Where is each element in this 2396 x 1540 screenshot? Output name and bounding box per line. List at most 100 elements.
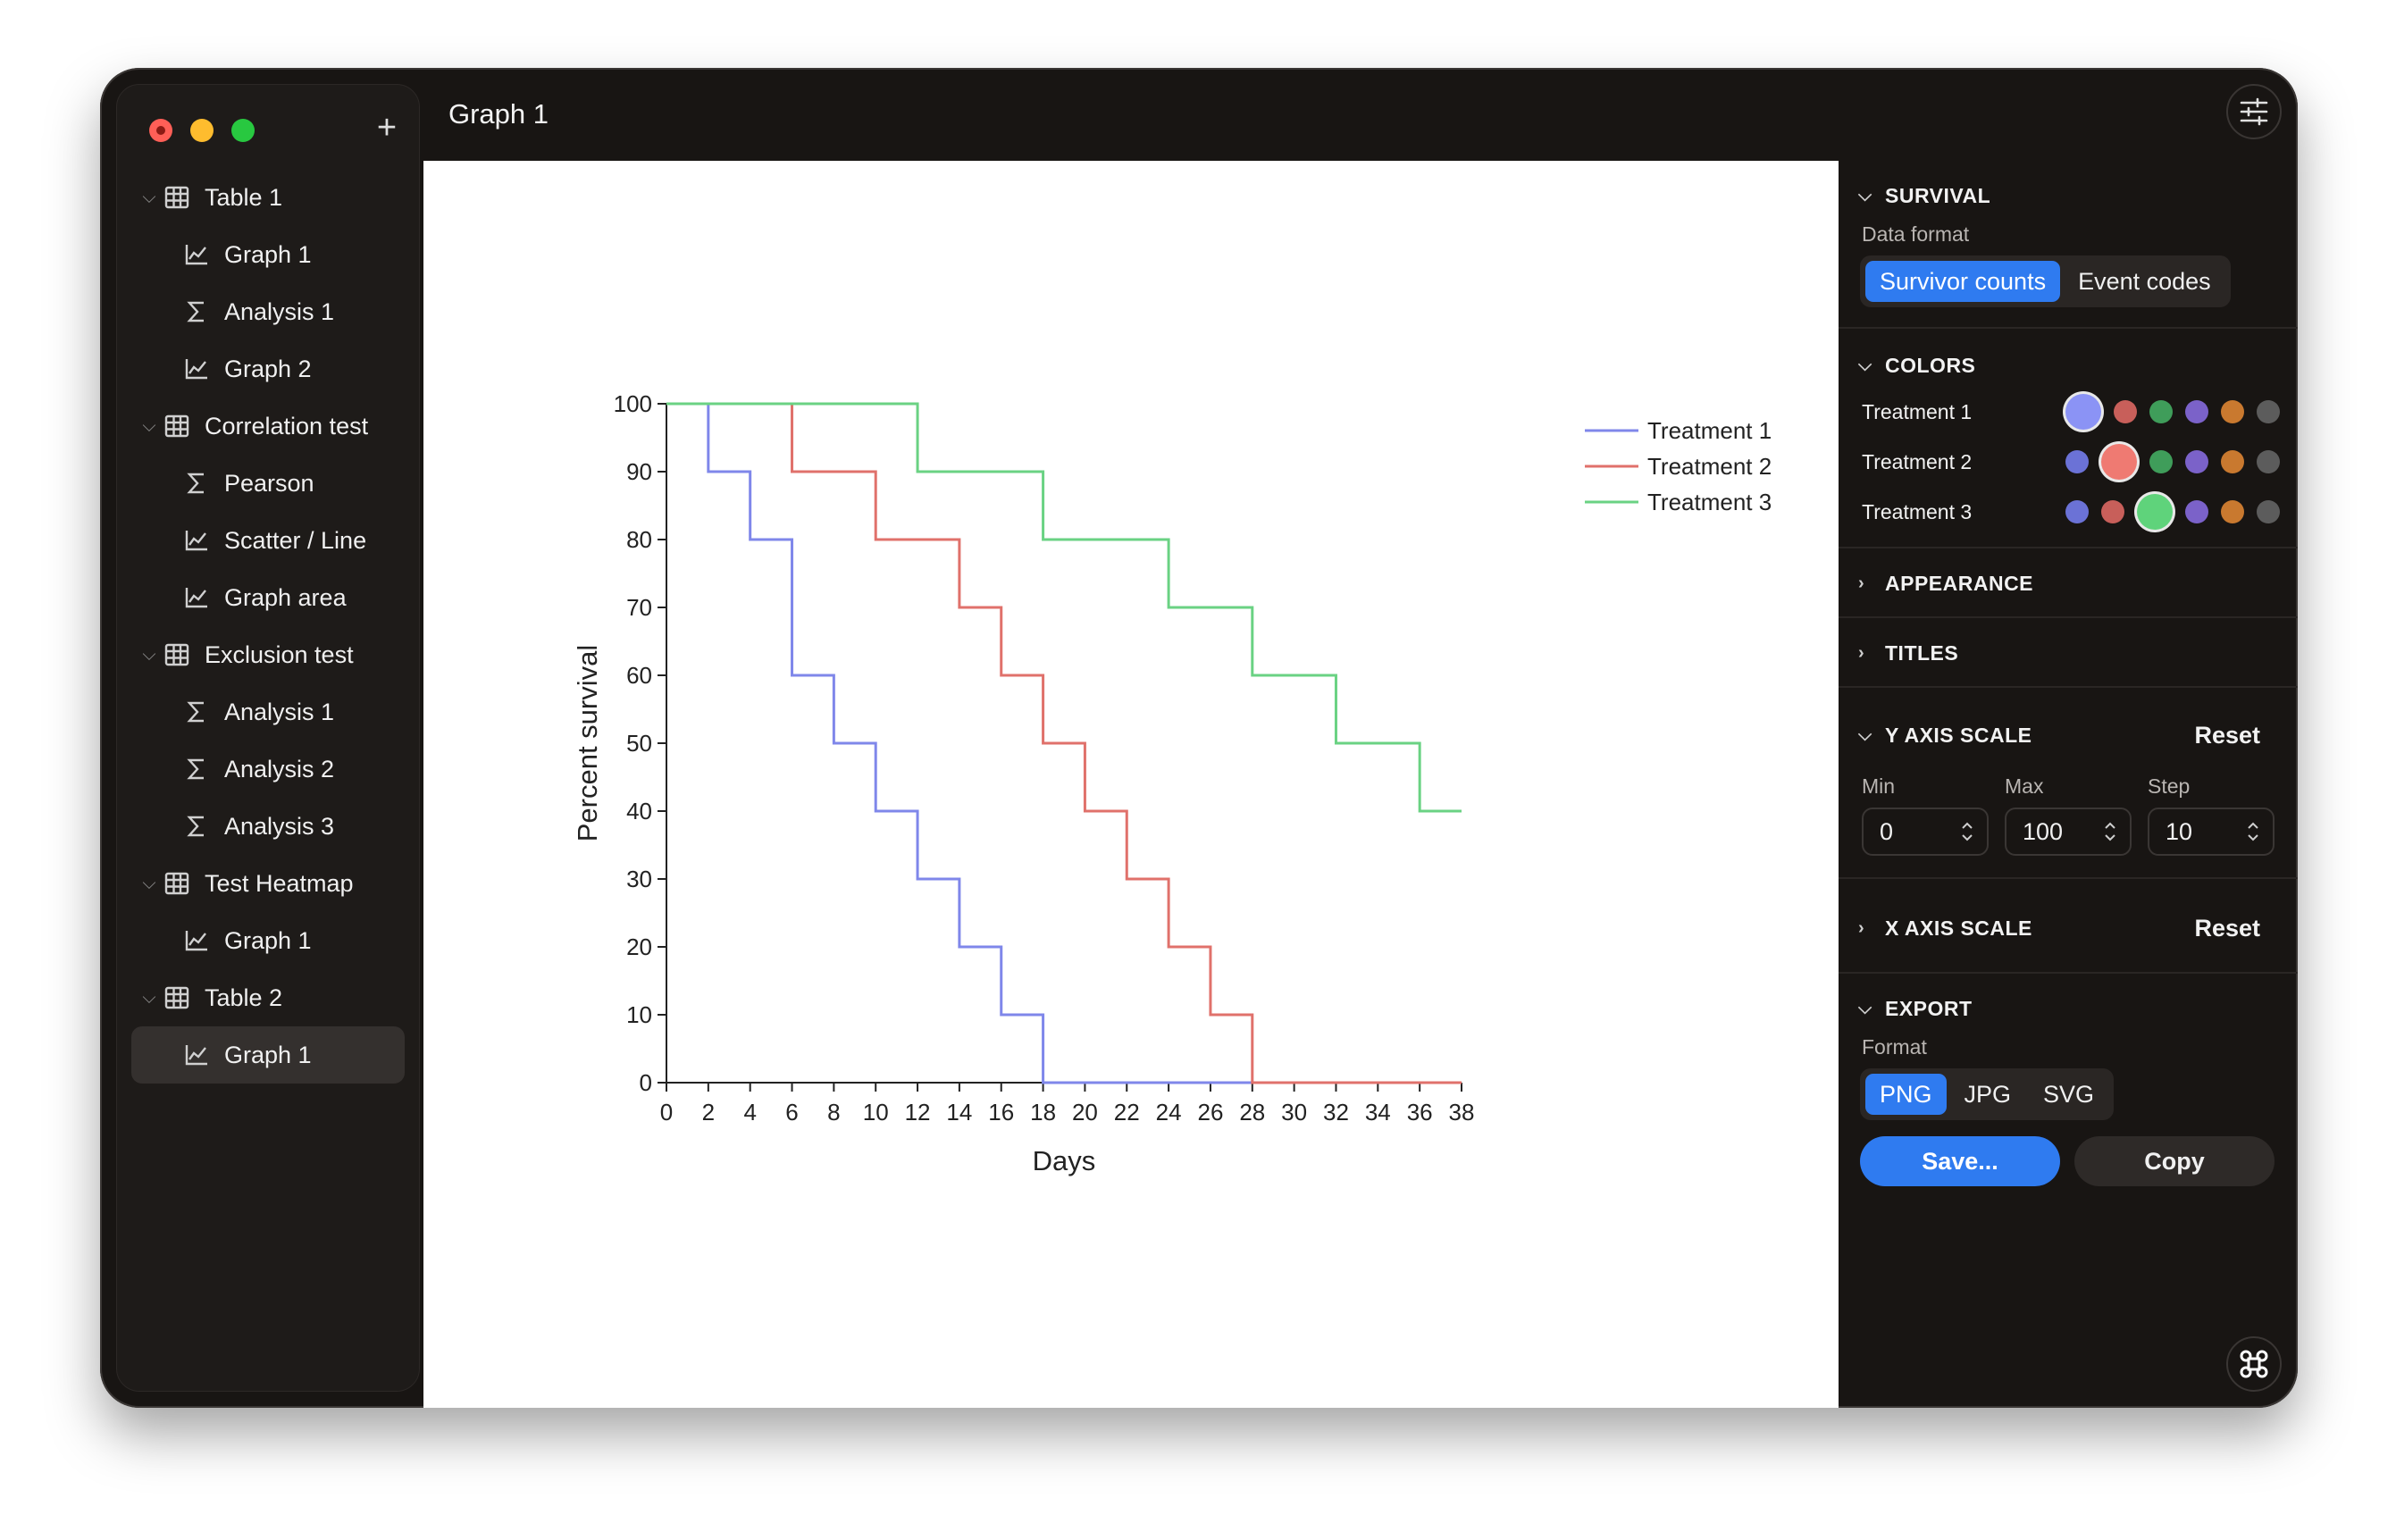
y-min-value: 0 [1880, 817, 1894, 845]
legend-label-1: Treatment 1 [1647, 417, 1772, 444]
sidebar-item-label: Analysis 3 [224, 812, 335, 840]
stepper-icon[interactable] [2246, 820, 2260, 843]
colors-header[interactable]: ⌵ COLORS [1839, 329, 2298, 378]
sidebar-item-correlation-test[interactable]: ⌵ Correlation test [117, 398, 419, 455]
stepper-icon[interactable] [2103, 820, 2117, 843]
x-tick-label: 24 [1156, 1099, 1182, 1126]
sidebar-item-graph-1[interactable]: Graph 1 [131, 1026, 405, 1084]
color-swatch[interactable] [2149, 450, 2173, 473]
chevron-down-icon[interactable]: ⌵ [137, 645, 162, 665]
command-button[interactable] [2226, 1336, 2282, 1392]
y-max-value: 100 [2023, 817, 2064, 845]
sidebar-item-pearson[interactable]: Pearson [117, 455, 419, 512]
x-tick-label: 28 [1239, 1099, 1265, 1126]
sidebar-item-graph-2[interactable]: Graph 2 [117, 340, 419, 398]
close-window-button[interactable] [149, 119, 172, 142]
y-axis-fields: Min 0 Max 100 Step 10 [1839, 774, 2298, 856]
colors-heading: COLORS [1885, 354, 1976, 377]
titles-heading: TITLES [1885, 641, 1959, 665]
jpg-option[interactable]: JPG [1950, 1074, 2026, 1115]
sidebar-item-graph-1[interactable]: Graph 1 [117, 912, 419, 969]
color-swatch[interactable] [2257, 500, 2280, 523]
save-button[interactable]: Save... [1860, 1136, 2060, 1186]
table-icon [162, 413, 192, 439]
color-swatch[interactable] [2257, 400, 2280, 423]
x-axis-scale-header[interactable]: › X AXIS SCALE Reset [1839, 879, 2298, 942]
y-axis-reset-button[interactable]: Reset [2194, 722, 2260, 749]
chevron-down-icon[interactable]: ⌵ [137, 416, 162, 437]
color-swatch-selected[interactable] [2065, 394, 2101, 430]
color-swatch-selected[interactable] [2137, 494, 2173, 530]
sidebar-item-analysis-1[interactable]: Analysis 1 [117, 283, 419, 340]
sidebar-item-label: Graph 1 [224, 240, 312, 268]
export-format-toggle: PNG JPG SVG [1860, 1068, 2115, 1120]
chevron-down-icon: ⌵ [1858, 999, 1872, 1018]
table-icon [162, 870, 192, 897]
add-item-button[interactable]: + [369, 110, 405, 146]
chevron-down-icon[interactable]: ⌵ [137, 188, 162, 208]
sidebar-item-analysis-1[interactable]: Analysis 1 [117, 683, 419, 741]
png-option[interactable]: PNG [1865, 1074, 1947, 1115]
sidebar-item-exclusion-test[interactable]: ⌵ Exclusion test [117, 626, 419, 683]
color-swatch[interactable] [2114, 400, 2137, 423]
titles-section: › TITLES [1839, 618, 2298, 688]
color-swatch[interactable] [2221, 450, 2244, 473]
event-codes-option[interactable]: Event codes [2064, 261, 2225, 302]
copy-button[interactable]: Copy [2074, 1136, 2275, 1186]
sidebar-item-table-1[interactable]: ⌵ Table 1 [117, 169, 419, 226]
x-tick-label: 14 [946, 1099, 972, 1126]
export-header[interactable]: ⌵ EXPORT [1839, 974, 2298, 1021]
y-max-input[interactable]: 100 [2005, 808, 2132, 856]
command-icon [2240, 1350, 2268, 1378]
x-tick-label: 6 [785, 1099, 798, 1126]
color-swatch-selected[interactable] [2101, 444, 2137, 480]
svg-option[interactable]: SVG [2029, 1074, 2108, 1115]
survivor-counts-option[interactable]: Survivor counts [1865, 261, 2061, 302]
sidebar-item-analysis-3[interactable]: Analysis 3 [117, 798, 419, 855]
zoom-window-button[interactable] [231, 119, 255, 142]
y-min-input[interactable]: 0 [1862, 808, 1989, 856]
survival-heading: SURVIVAL [1885, 184, 1991, 207]
sidebar-item-test-heatmap[interactable]: ⌵ Test Heatmap [117, 855, 419, 912]
x-tick-label: 8 [827, 1099, 840, 1126]
sidebar-item-label: Analysis 1 [224, 698, 335, 725]
color-swatch[interactable] [2257, 450, 2280, 473]
color-swatch[interactable] [2065, 500, 2089, 523]
appearance-section: › APPEARANCE [1839, 548, 2298, 618]
sidebar-item-graph-1[interactable]: Graph 1 [117, 226, 419, 283]
inspector-toggle-button[interactable] [2226, 84, 2282, 139]
survival-header[interactable]: ⌵ SURVIVAL [1839, 161, 2298, 208]
y-tick-label: 40 [626, 798, 652, 824]
x-tick-label: 30 [1281, 1099, 1307, 1126]
appearance-header[interactable]: › APPEARANCE [1839, 548, 2298, 596]
data-format-toggle: Survivor counts Event codes [1860, 255, 2231, 307]
y-axis-scale-header[interactable]: ⌵ Y AXIS SCALE Reset [1839, 688, 2298, 749]
y-axis-title: Percent survival [572, 645, 603, 842]
minimize-window-button[interactable] [190, 119, 214, 142]
x-tick-label: 18 [1030, 1099, 1056, 1126]
y-tick-label: 90 [626, 458, 652, 485]
color-swatch[interactable] [2185, 450, 2208, 473]
stepper-icon[interactable] [1960, 820, 1974, 843]
color-row-label: Treatment 3 [1862, 499, 1973, 523]
sidebar-item-label: Analysis 2 [224, 755, 335, 783]
color-swatch[interactable] [2149, 400, 2173, 423]
sidebar-item-table-2[interactable]: ⌵ Table 2 [117, 969, 419, 1026]
x-axis-reset-button[interactable]: Reset [2194, 915, 2260, 942]
sidebar-item-scatter-line[interactable]: Scatter / Line [117, 512, 419, 569]
titles-header[interactable]: › TITLES [1839, 618, 2298, 665]
chevron-down-icon[interactable]: ⌵ [137, 988, 162, 1009]
color-swatch[interactable] [2185, 500, 2208, 523]
chevron-down-icon[interactable]: ⌵ [137, 874, 162, 894]
graph-canvas[interactable]: 0 10 20 30 40 50 60 70 80 90 100 0 2 4 6 8 10 12 14 16 18 20 2… [423, 161, 1839, 1408]
sidebar-item-analysis-2[interactable]: Analysis 2 [117, 741, 419, 798]
sidebar-item-label: Correlation test [205, 412, 369, 439]
color-swatch[interactable] [2185, 400, 2208, 423]
sidebar-item-graph-area[interactable]: Graph area [117, 569, 419, 626]
color-swatch[interactable] [2101, 500, 2124, 523]
y-step-input[interactable]: 10 [2148, 808, 2275, 856]
color-swatch[interactable] [2221, 500, 2244, 523]
export-section: ⌵ EXPORT Format PNG JPG SVG Save... Copy [1839, 974, 2298, 1186]
color-swatch[interactable] [2065, 450, 2089, 473]
color-swatch[interactable] [2221, 400, 2244, 423]
